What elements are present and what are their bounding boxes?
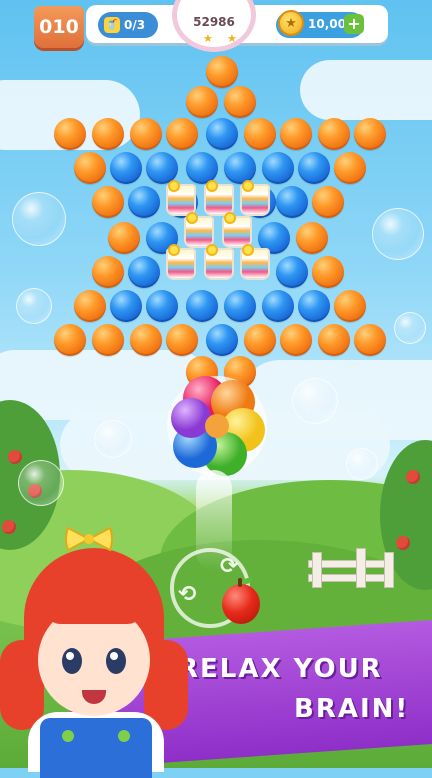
lemon-slice-icon [168, 180, 180, 192]
coin-value: 10,00 [308, 17, 346, 31]
lemon-slice-icon [224, 212, 236, 224]
orange-bubble [244, 324, 276, 356]
orange-bubble [334, 290, 366, 322]
overall-button [118, 730, 130, 742]
apple-icon [2, 520, 16, 534]
orange-bubble [318, 324, 350, 356]
lemon-slice-icon [206, 244, 218, 256]
coin-icon: ★ [278, 10, 304, 36]
floating-bubble [394, 312, 426, 344]
orange-bubble [206, 56, 238, 88]
floating-bubble [346, 448, 378, 480]
orange-bubble [354, 324, 386, 356]
blue-bubble [262, 290, 294, 322]
orange-bubble [54, 324, 86, 356]
orange-bubble [108, 222, 140, 254]
orange-bubble [130, 118, 162, 150]
apple-icon [406, 470, 420, 484]
blue-bubble [224, 152, 256, 184]
blue-bubble [276, 256, 308, 288]
lemon-slice-icon [242, 180, 254, 192]
add-coins-button[interactable]: + [344, 14, 364, 34]
blue-bubble [110, 290, 142, 322]
orange-bubble [296, 222, 328, 254]
orange-bubble [312, 186, 344, 218]
orange-bubble [280, 118, 312, 150]
rotate-arrow-icon: ⟲ [178, 582, 197, 607]
blue-bubble [128, 256, 160, 288]
blue-bubble [206, 118, 238, 150]
lemon-slice-icon [242, 244, 254, 256]
banner-line-2: BRAIN! [294, 694, 410, 724]
orange-bubble [92, 256, 124, 288]
floating-bubble [372, 208, 424, 260]
blue-bubble [262, 152, 294, 184]
blue-bubble [276, 186, 308, 218]
star-icon: ★ [203, 32, 213, 45]
orange-bubble [186, 86, 218, 118]
banner-line-1: RELAX YOUR [178, 654, 383, 684]
lemon-slice-icon [186, 212, 198, 224]
fence-post [356, 548, 366, 588]
orange-bubble [92, 118, 124, 150]
fence-post [312, 552, 322, 588]
orange-bubble [54, 118, 86, 150]
score-dial: 52986 ★ ★ [172, 0, 256, 52]
orange-bubble [354, 118, 386, 150]
floating-bubble [292, 378, 338, 424]
overall-button [62, 730, 74, 742]
lemon-slice-icon [168, 244, 180, 256]
bangs [44, 574, 144, 624]
top-hud: 010 🥤 0/3 52986 ★ ★ ★ 10,00 + [0, 0, 432, 60]
eye-shine [110, 652, 118, 660]
blue-bubble [298, 290, 330, 322]
orange-bubble [130, 324, 162, 356]
cloud [300, 60, 432, 120]
orange-bubble [166, 324, 198, 356]
orange-bubble [92, 186, 124, 218]
apple-icon [396, 536, 410, 550]
blue-bubble [110, 152, 142, 184]
floating-bubble [12, 192, 66, 246]
floating-bubble [18, 460, 64, 506]
lemon-slice-icon [206, 180, 218, 192]
orange-bubble [318, 118, 350, 150]
orange-bubble [244, 118, 276, 150]
fence-post [384, 552, 394, 588]
orange-bubble [74, 290, 106, 322]
goal-counter: 🥤 0/3 [98, 12, 158, 38]
blue-bubble [186, 290, 218, 322]
orange-bubble [92, 324, 124, 356]
orange-bubble [166, 118, 198, 150]
goal-count: 0/3 [124, 18, 146, 32]
blue-bubble [206, 324, 238, 356]
score: 52986 [193, 15, 235, 29]
orange-bubble [224, 86, 256, 118]
floating-bubble [94, 420, 132, 458]
blue-bubble [224, 290, 256, 322]
floating-bubble [16, 288, 52, 324]
overalls [40, 718, 152, 778]
rotate-arrow-icon: ⟳ [220, 554, 239, 579]
eye-shine [66, 652, 74, 660]
star-icon: ★ [227, 32, 237, 45]
level-badge: 010 [34, 6, 84, 48]
orange-bubble [280, 324, 312, 356]
next-apple-ball[interactable] [222, 584, 260, 624]
orange-bubble [334, 152, 366, 184]
hair-bow-icon [65, 526, 113, 552]
cup-icon: 🥤 [104, 17, 120, 33]
blue-bubble [298, 152, 330, 184]
rainbow-ball[interactable] [165, 368, 269, 484]
orange-bubble [74, 152, 106, 184]
orange-bubble [312, 256, 344, 288]
blue-bubble [128, 186, 160, 218]
apple-icon [8, 450, 22, 464]
blue-bubble [146, 290, 178, 322]
